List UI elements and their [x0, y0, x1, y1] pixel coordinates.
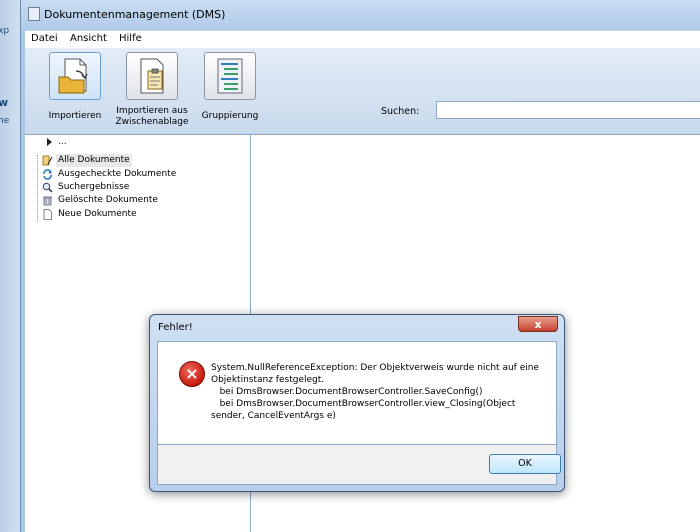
- background-window-text: xp: [0, 26, 10, 36]
- recycle-bin-icon: [42, 195, 53, 206]
- error-message-line: sender, CancelEventArgs e): [211, 411, 336, 421]
- error-message-line: bei DmsBrowser.DocumentBrowserController…: [211, 387, 483, 397]
- background-window: xp w ne: [0, 0, 22, 532]
- error-icon: ×: [179, 361, 205, 387]
- import-folder-icon: [58, 58, 88, 94]
- import-button-label: Importieren: [48, 111, 102, 121]
- new-document-icon: [42, 209, 53, 220]
- app-icon[interactable]: [28, 7, 40, 21]
- menu-bar: Datei Ansicht Hilfe: [25, 30, 700, 50]
- title-bar[interactable]: Dokumentenmanagement (DMS): [21, 0, 700, 30]
- search-label: Suchen:: [381, 106, 420, 117]
- import-clipboard-button[interactable]: [126, 52, 178, 100]
- dialog-title: Fehler!: [158, 322, 193, 333]
- import-button[interactable]: [49, 52, 101, 100]
- documents-pen-icon: [42, 155, 53, 166]
- grouping-button[interactable]: [204, 52, 256, 100]
- tree-item-label: Gelöschte Dokumente: [58, 195, 158, 205]
- dialog-close-button[interactable]: x: [518, 316, 558, 332]
- dialog-body: × System.NullReferenceException: Der Obj…: [157, 341, 557, 445]
- tree-item-label: Ausgecheckte Dokumente: [58, 169, 177, 179]
- error-message-line: Objektinstanz festgelegt.: [211, 375, 325, 385]
- ok-button[interactable]: OK: [489, 454, 561, 474]
- window-title: Dokumentenmanagement (DMS): [44, 8, 226, 21]
- error-message-line: bei DmsBrowser.DocumentBrowserController…: [211, 399, 516, 409]
- clipboard-icon: [140, 58, 164, 94]
- error-message: System.NullReferenceException: Der Objek…: [211, 362, 541, 422]
- menu-hilfe[interactable]: Hilfe: [119, 33, 142, 44]
- tree-item-label: Suchergebnisse: [58, 182, 130, 192]
- error-message-line: System.NullReferenceException: Der Objek…: [211, 363, 539, 373]
- background-window-text: ne: [0, 116, 10, 126]
- grouping-button-label: Gruppierung: [201, 111, 259, 121]
- checkout-arrows-icon: [42, 169, 53, 180]
- magnifier-icon: [42, 182, 53, 193]
- menu-ansicht[interactable]: Ansicht: [70, 33, 107, 44]
- tree-item-label: Neue Dokumente: [58, 209, 137, 219]
- import-clipboard-label-line1: Importieren aus: [116, 106, 188, 116]
- menu-datei[interactable]: Datei: [31, 33, 58, 44]
- import-clipboard-label-line2: Zwischenablage: [115, 117, 189, 127]
- tree-item-label: Alle Dokumente: [56, 154, 132, 167]
- error-dialog: Fehler! x × System.NullReferenceExceptio…: [149, 314, 565, 492]
- expand-arrow-icon[interactable]: [46, 137, 57, 148]
- background-window-text: w: [0, 96, 9, 109]
- import-clipboard-button-label: Importieren aus Zwischenablage: [113, 106, 191, 128]
- tree-root-label: ...: [58, 137, 67, 147]
- search-input[interactable]: [436, 101, 700, 119]
- grouping-list-icon: [217, 58, 243, 94]
- dialog-footer: OK: [157, 445, 561, 485]
- toolbar: Importieren Importieren aus Zwischenabla…: [25, 48, 700, 135]
